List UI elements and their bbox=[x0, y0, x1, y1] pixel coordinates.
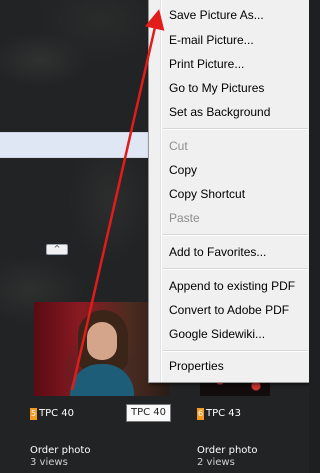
photo-gallery-page: ^ 5 TPC 40 Order photo 3 views 6 TPC 43 Or… bbox=[0, 0, 309, 473]
menu-item-print-picture[interactable]: Print Picture... bbox=[169, 57, 244, 71]
view-count: 2 views bbox=[197, 457, 235, 468]
menu-item-add-to-favorites[interactable]: Add to Favorites... bbox=[169, 245, 266, 259]
menu-item-properties[interactable]: Properties bbox=[169, 359, 224, 373]
menu-item-set-as-background[interactable]: Set as Background bbox=[169, 105, 270, 119]
menu-separator bbox=[163, 268, 308, 270]
chevron-up-icon: ^ bbox=[53, 244, 61, 253]
photo-face bbox=[87, 322, 117, 360]
menu-item-append-to-existing-pdf[interactable]: Append to existing PDF bbox=[169, 279, 295, 293]
menu-item-copy[interactable]: Copy bbox=[169, 163, 197, 177]
order-photo-link[interactable]: Order photo bbox=[30, 445, 90, 457]
menu-separator bbox=[163, 128, 308, 130]
collapse-button[interactable]: ^ bbox=[46, 244, 68, 255]
rank-badge: 6 bbox=[197, 408, 204, 420]
menu-item-convert-to-adobe-pdf[interactable]: Convert to Adobe PDF bbox=[169, 303, 289, 317]
context-menu: Save Picture As... E-mail Picture... Pri… bbox=[148, 0, 309, 383]
photo-meta-1: Order photo 3 views bbox=[30, 445, 90, 469]
menu-item-copy-shortcut[interactable]: Copy Shortcut bbox=[169, 187, 245, 201]
menu-item-cut: Cut bbox=[169, 139, 188, 153]
order-photo-link[interactable]: Order photo bbox=[197, 445, 257, 457]
menu-separator bbox=[163, 350, 308, 352]
rank-badge: 5 bbox=[30, 408, 37, 420]
photo-title[interactable]: TPC 43 bbox=[206, 408, 241, 419]
photo-title[interactable]: TPC 40 bbox=[39, 408, 74, 419]
menu-item-google-sidewiki[interactable]: Google Sidewiki... bbox=[169, 327, 265, 341]
menu-item-go-to-my-pictures[interactable]: Go to My Pictures bbox=[169, 81, 264, 95]
tooltip: TPC 40 bbox=[126, 404, 172, 422]
photo-caption-1: 5 TPC 40 bbox=[30, 408, 74, 420]
menu-item-email-picture[interactable]: E-mail Picture... bbox=[169, 33, 254, 47]
menu-separator bbox=[163, 234, 308, 236]
highlight-band bbox=[0, 132, 160, 158]
view-count: 3 views bbox=[30, 457, 68, 468]
menu-item-paste: Paste bbox=[169, 211, 200, 225]
photo-caption-2: 6 TPC 43 bbox=[197, 408, 241, 420]
photo-meta-2: Order photo 2 views bbox=[197, 445, 257, 469]
photo-shirt bbox=[70, 364, 134, 396]
menu-item-save-picture-as[interactable]: Save Picture As... bbox=[169, 8, 264, 22]
